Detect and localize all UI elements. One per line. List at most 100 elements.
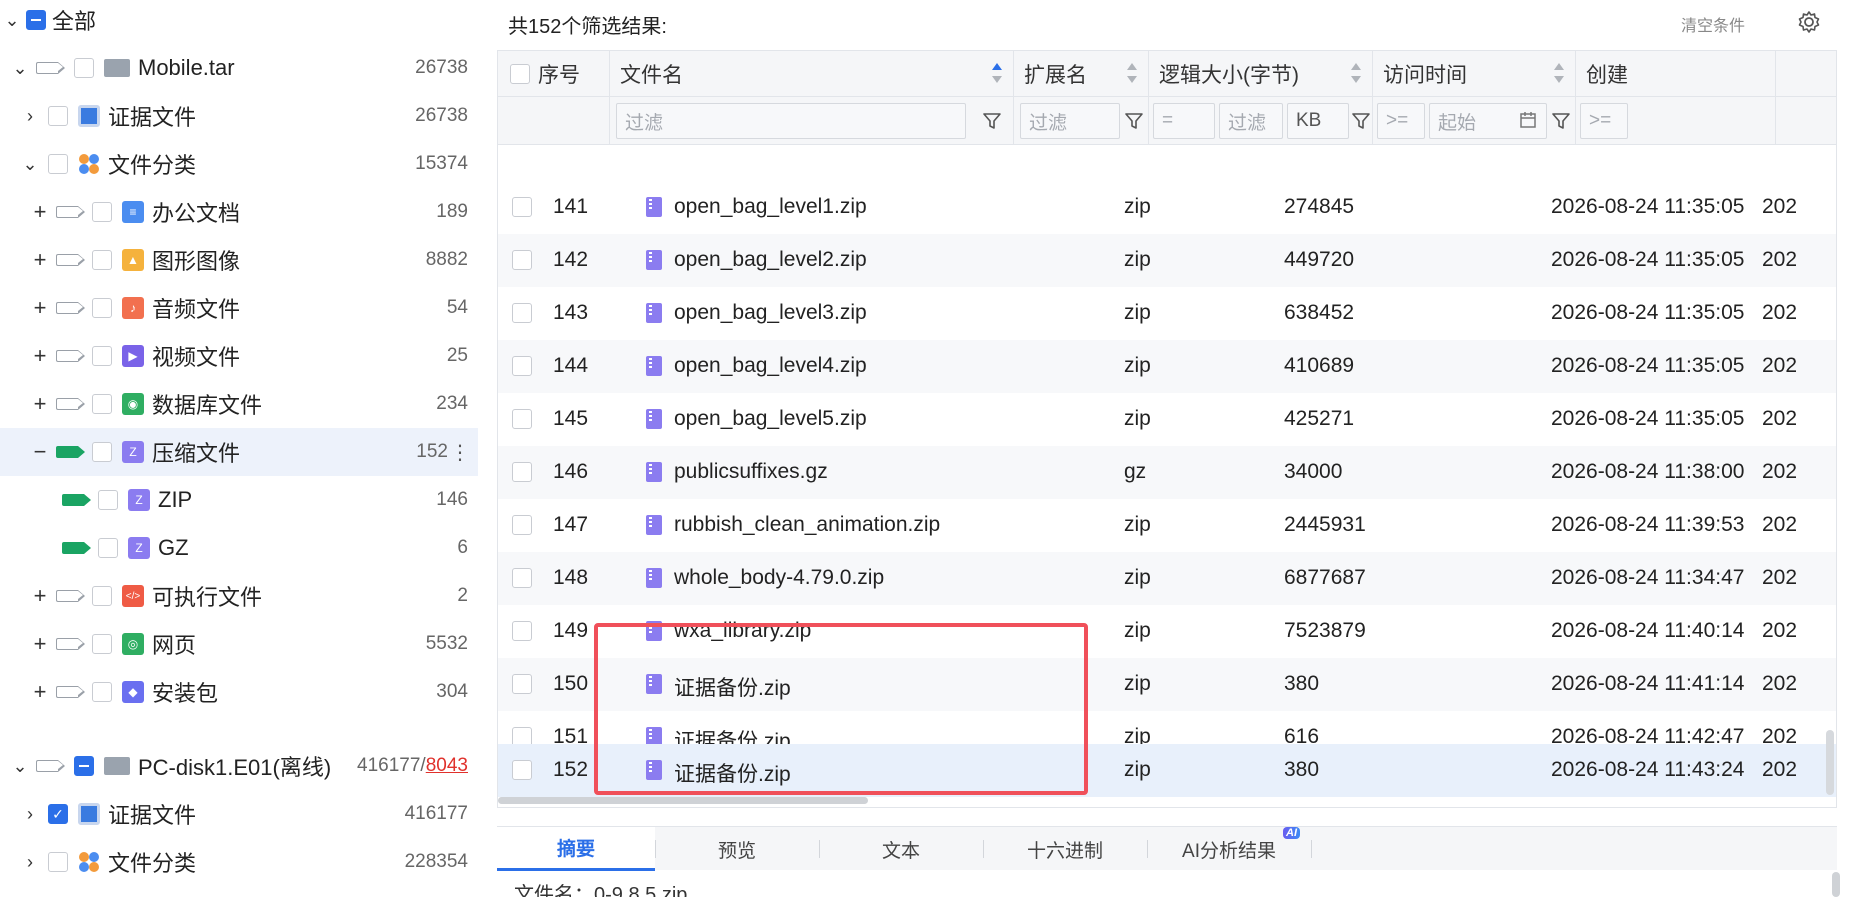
chevron-down-icon[interactable]: ⌄ (10, 756, 30, 777)
tree-checkbox[interactable] (92, 586, 112, 606)
expand-plus-icon[interactable]: + (30, 295, 50, 321)
tree-checkbox[interactable]: ✓ (48, 804, 68, 824)
table-row[interactable]: 148 whole_body-4.79.0.zip zip 6877687 20… (498, 552, 1836, 605)
extension-filter-input[interactable]: 过滤 (1020, 103, 1120, 139)
row-checkbox[interactable] (512, 303, 532, 323)
chevron-down-icon[interactable]: ⌄ (20, 154, 40, 175)
tree-node-pc-evidence[interactable]: › ✓ 证据文件 416177 (0, 790, 478, 838)
header-size[interactable]: 逻辑大小(字节) (1149, 51, 1373, 97)
tree-checkbox[interactable] (98, 538, 118, 558)
tree-node-zip[interactable]: Z ZIP 146 (0, 476, 478, 524)
table-row[interactable]: 147 rubbish_clean_animation.zip zip 2445… (498, 499, 1836, 552)
tree-checkbox-all[interactable] (26, 10, 46, 30)
tag-icon[interactable] (56, 589, 85, 602)
tree-checkbox[interactable] (98, 490, 118, 510)
sort-icon[interactable] (1126, 63, 1138, 83)
row-checkbox[interactable] (512, 250, 532, 270)
tree-node-categories[interactable]: ⌄ 文件分类 15374 (0, 140, 478, 188)
time-operator-select[interactable]: >= (1580, 103, 1628, 139)
header-access-time[interactable]: 访问时间 (1373, 51, 1576, 97)
filename-filter-input[interactable]: 过滤 (616, 103, 966, 139)
header-no[interactable]: 序号 (498, 51, 610, 97)
tag-icon[interactable] (56, 397, 85, 410)
tree-node-images[interactable]: + ▲ 图形图像 8882 (0, 236, 478, 284)
tree-node-video[interactable]: + ▶ 视频文件 25 (0, 332, 478, 380)
tag-icon[interactable] (56, 349, 85, 362)
row-checkbox[interactable] (512, 515, 532, 535)
filter-funnel-icon[interactable] (1351, 111, 1371, 131)
tree-checkbox[interactable] (92, 346, 112, 366)
size-filter-input[interactable]: 过滤 (1219, 103, 1283, 139)
size-unit-select[interactable]: KB (1287, 103, 1349, 139)
tag-icon[interactable] (56, 205, 85, 218)
row-checkbox[interactable] (512, 568, 532, 588)
tab-hex[interactable]: 十六进制 (983, 827, 1147, 871)
tag-icon[interactable] (36, 759, 65, 772)
tree-node-evidence[interactable]: › 证据文件 26738 (0, 92, 478, 140)
filter-funnel-icon[interactable] (1124, 111, 1144, 131)
sort-icon[interactable] (991, 63, 1003, 83)
tree-checkbox[interactable] (92, 634, 112, 654)
row-checkbox[interactable] (512, 621, 532, 641)
tree-checkbox[interactable] (92, 202, 112, 222)
size-operator-select[interactable]: = (1153, 103, 1215, 139)
row-checkbox[interactable] (512, 409, 532, 429)
more-vertical-icon[interactable]: ⋮ (450, 440, 470, 465)
table-row[interactable]: 143 open_bag_level3.zip zip 638452 2026-… (498, 287, 1836, 340)
expand-plus-icon[interactable]: + (30, 583, 50, 609)
tree-node-executable[interactable]: + </> 可执行文件 2 (0, 572, 478, 620)
tree-checkbox[interactable] (48, 106, 68, 126)
tree-node-office[interactable]: + ≡ 办公文档 189 (0, 188, 478, 236)
row-checkbox[interactable] (512, 760, 532, 780)
row-checkbox[interactable] (512, 356, 532, 376)
tab-preview[interactable]: 预览 (655, 827, 819, 871)
tree-checkbox[interactable] (92, 250, 112, 270)
tree-node-pc-categories[interactable]: › 文件分类 228354 (0, 838, 478, 886)
tree-checkbox[interactable] (74, 756, 94, 776)
tree-node-database[interactable]: + ◉ 数据库文件 234 (0, 380, 478, 428)
clear-filters-button[interactable]: 清空条件 (1681, 12, 1745, 36)
expand-plus-icon[interactable]: + (30, 199, 50, 225)
tree-node-audio[interactable]: + ♪ 音频文件 54 (0, 284, 478, 332)
calendar-icon[interactable] (1519, 111, 1537, 129)
tag-icon[interactable] (56, 446, 85, 458)
row-checkbox[interactable] (512, 674, 532, 694)
row-checkbox[interactable] (512, 462, 532, 482)
expand-plus-icon[interactable]: + (30, 391, 50, 417)
expand-plus-icon[interactable]: + (30, 343, 50, 369)
tree-node-gz[interactable]: Z GZ 6 (0, 524, 478, 572)
sort-icon[interactable] (1350, 63, 1362, 83)
table-row[interactable]: 141 open_bag_level1.zip zip 274845 2026-… (498, 181, 1836, 234)
filter-funnel-icon[interactable] (982, 111, 1002, 131)
table-row[interactable]: 145 open_bag_level5.zip zip 425271 2026-… (498, 393, 1836, 446)
tree-checkbox[interactable] (92, 298, 112, 318)
tag-icon[interactable] (56, 301, 85, 314)
chevron-down-icon[interactable]: ⌄ (2, 10, 22, 31)
tag-icon[interactable] (36, 61, 65, 74)
header-filename[interactable]: 文件名 (610, 51, 1014, 97)
vertical-scrollbar[interactable] (1832, 872, 1840, 897)
table-row[interactable]: 149 wxa_library.zip zip 7523879 2026-08-… (498, 605, 1836, 658)
tag-icon[interactable] (56, 685, 85, 698)
tree-node-all[interactable]: ⌄ 全部 (0, 0, 478, 44)
tree-checkbox[interactable] (48, 154, 68, 174)
row-checkbox[interactable] (512, 197, 532, 217)
chevron-right-icon[interactable]: › (20, 106, 40, 127)
tree-node-archive[interactable]: − Z 压缩文件 152 ⋮ (0, 428, 478, 476)
tag-icon[interactable] (56, 637, 85, 650)
expand-plus-icon[interactable]: + (30, 247, 50, 273)
tree-checkbox[interactable] (92, 394, 112, 414)
time-operator-select[interactable]: >= (1377, 103, 1425, 139)
horizontal-scrollbar[interactable] (498, 797, 868, 804)
tree-checkbox[interactable] (92, 682, 112, 702)
table-row[interactable]: 144 open_bag_level4.zip zip 410689 2026-… (498, 340, 1836, 393)
chevron-down-icon[interactable]: ⌄ (10, 58, 30, 79)
expand-plus-icon[interactable]: + (30, 631, 50, 657)
header-create-time[interactable]: 创建 (1576, 51, 1776, 97)
table-row[interactable]: 150 证据备份.zip zip 380 2026-08-24 11:41:14… (498, 658, 1836, 711)
table-vertical-scrollbar[interactable] (1826, 730, 1834, 795)
chevron-right-icon[interactable]: › (20, 852, 40, 873)
gear-icon[interactable] (1797, 10, 1821, 34)
filter-funnel-icon[interactable] (1551, 111, 1571, 131)
select-all-checkbox[interactable] (510, 64, 530, 84)
